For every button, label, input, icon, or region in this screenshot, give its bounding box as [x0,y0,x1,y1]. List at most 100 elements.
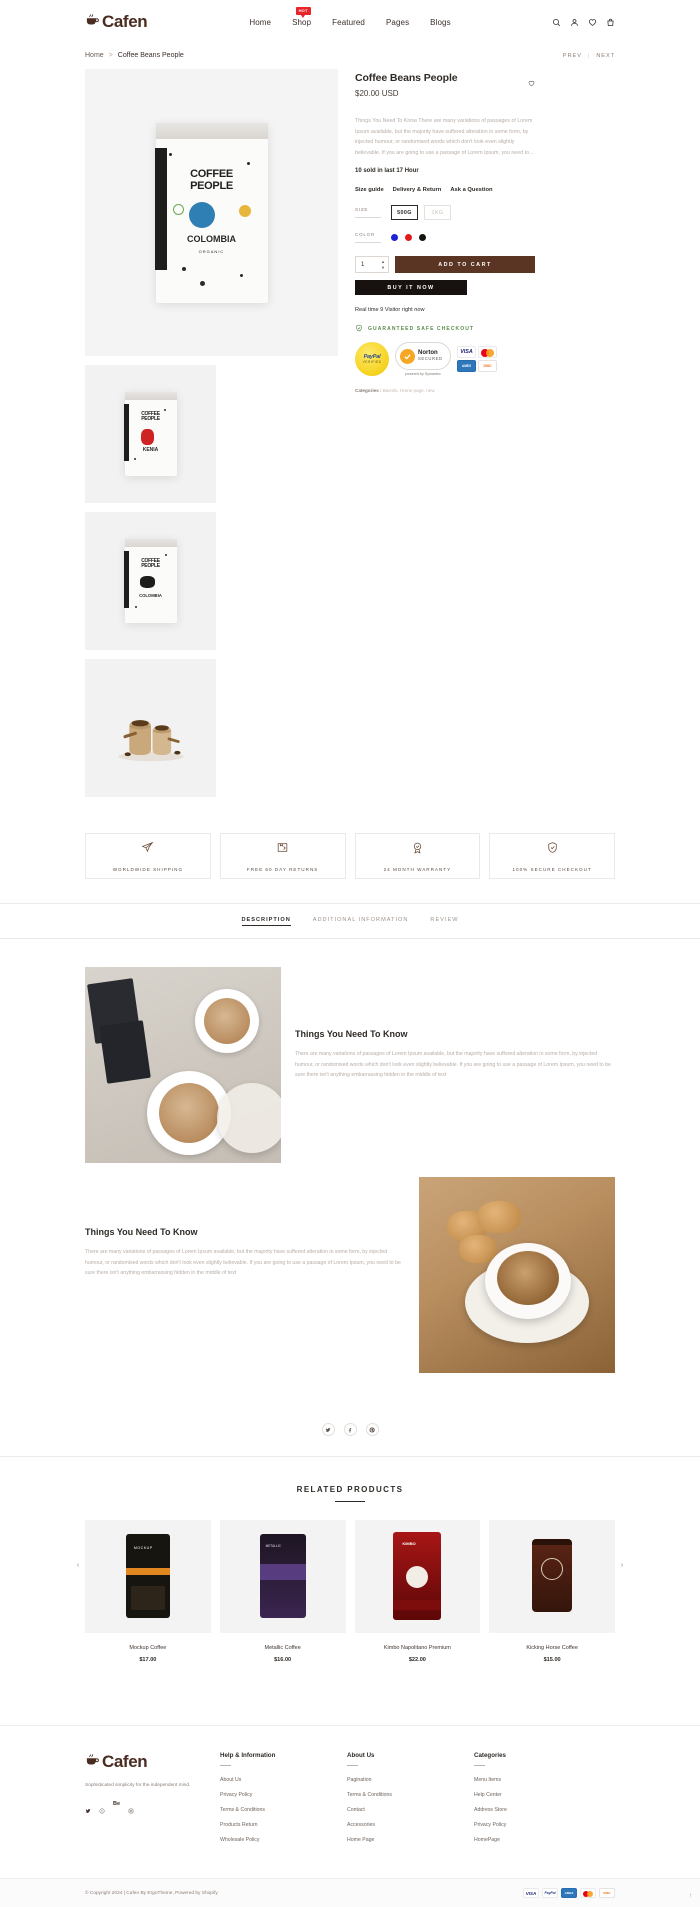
feature-worldwide-shipping: WORLDWIDE SHIPPING [85,833,211,879]
footer-link[interactable]: Pagination [347,1777,457,1783]
feature-secure-checkout: 100% SECURE CHECKOUT [489,833,615,879]
footer-link[interactable]: Menu Items [474,1777,584,1783]
safe-checkout-label: GUARANTEED SAFE CHECKOUT [368,326,475,333]
color-option-row: COLOR [355,232,535,244]
pinterest-icon[interactable] [99,1801,105,1819]
quantity-decrease-icon[interactable]: ▼ [381,265,385,270]
tab-review[interactable]: REVIEW [430,917,458,926]
footer-link[interactable]: Contact [347,1807,457,1813]
footer-link[interactable]: Accessories [347,1822,457,1828]
feature-warranty: 24 MONTH WARRANTY [354,833,481,879]
cart-icon[interactable] [606,18,615,27]
related-product-name: Kicking Horse Coffee [526,1645,578,1651]
tab-additional-information[interactable]: ADDITIONAL INFORMATION [313,917,409,926]
twitter-icon[interactable] [85,1801,91,1819]
facebook-icon[interactable] [343,1423,357,1436]
description-paragraph: There are many variations of passages of… [295,1051,611,1079]
buy-it-now-button[interactable]: BUY IT NOW [355,280,467,296]
instagram-icon[interactable] [128,1801,134,1819]
related-product-image[interactable]: METALLIC [219,1520,346,1633]
nav-item-featured[interactable]: Featured [332,16,365,29]
add-to-wishlist-icon[interactable] [528,74,535,92]
product-thumbnails: COFFEE PEOPLE KENIA COFFEE PEOPLE COLOMBIA [85,365,338,797]
categories-value[interactable]: Barrels, Home page, new [383,388,435,393]
product-tabs: DESCRIPTION ADDITIONAL INFORMATION REVIE… [0,904,700,938]
footer-link[interactable]: Privacy Policy [474,1822,584,1828]
product-thumbnail[interactable]: COFFEE PEOPLE COLOMBIA [85,512,216,650]
ask-question-link[interactable]: Ask a Question [450,187,492,193]
related-product-image[interactable]: KIMBO [354,1520,481,1633]
nav-item-blogs[interactable]: Blogs [430,16,451,29]
nav-item-pages[interactable]: Pages [386,16,409,29]
size-option-1kg[interactable]: 1KG [424,205,451,221]
footer-link[interactable]: Terms & Conditions [347,1792,457,1798]
carousel-prev-button[interactable]: ‹ [73,1560,83,1570]
prev-product-button[interactable]: PREV [563,53,582,59]
related-product-card[interactable]: MOCKUP Mockup Coffee $17.00 [85,1520,211,1663]
related-product-card[interactable]: METALLIC Metallic Coffee $16.00 [219,1520,346,1663]
nav-item-shop[interactable]: HOT Shop [292,6,311,29]
footer-link[interactable]: Home Page [347,1837,457,1843]
related-product-name: Mockup Coffee [129,1645,167,1651]
twitter-icon[interactable] [321,1423,335,1436]
coffee-sack-illustration [117,719,184,761]
norton-secured-badge: Norton SECURED powered by Symantec [395,342,451,376]
footer-brand-block: Cafen Sophisticated simplicity for the i… [85,1752,203,1852]
related-product-image[interactable]: MOCKUP [85,1520,211,1633]
breadcrumb-home[interactable]: Home [85,52,104,59]
product-thumbnail[interactable]: COFFEE PEOPLE KENIA [85,365,216,503]
color-swatch-black[interactable] [419,234,426,242]
coffee-pouch-illustration: COFFEE PEOPLE COLOMBIA ORGANIC [154,122,268,303]
related-product-card[interactable]: Kicking Horse Coffee $15.00 [489,1520,615,1663]
footer-link[interactable]: HomePage [474,1837,584,1843]
quantity-increase-icon[interactable]: ▲ [381,259,385,264]
color-label: COLOR [355,232,381,244]
add-to-cart-button[interactable]: ADD TO CART [395,256,535,274]
coffee-cup-photo [419,1177,615,1373]
related-products-section: RELATED PRODUCTS ‹ › MOCKUP Mockup Coffe… [0,1457,700,1663]
footer-link[interactable]: About Us [220,1777,330,1783]
product-section: COFFEE PEOPLE COLOMBIA ORGANIC COFFEE PE… [0,59,700,797]
footer-logo[interactable]: Cafen [85,1752,203,1772]
product-thumbnail[interactable] [85,659,216,797]
wishlist-icon[interactable] [588,18,597,27]
footer-column-heading: Help & Information [220,1752,276,1759]
carousel-next-button[interactable]: › [617,1560,627,1570]
scroll-to-top-button[interactable]: ↑ [689,1893,692,1899]
size-option-500g[interactable]: 500G [391,205,418,221]
product-utility-links: Size guide Delivery & Return Ask a Quest… [355,187,535,193]
search-icon[interactable] [552,18,561,27]
footer-link[interactable]: Terms & Conditions [220,1807,330,1813]
next-product-button[interactable]: NEXT [596,53,615,59]
tab-description[interactable]: DESCRIPTION [241,917,291,926]
coffee-tin-illustration [532,1539,573,1612]
realtime-visitors: Real time 9 Visitor right now [355,307,425,314]
account-icon[interactable] [570,18,579,27]
footer-link[interactable]: Address Store [474,1807,584,1813]
related-product-card[interactable]: KIMBO Kimbo Napolitano Premium $22.00 [354,1520,481,1663]
size-guide-link[interactable]: Size guide [355,187,384,193]
behance-icon[interactable]: Be [113,1801,120,1819]
color-swatch-blue[interactable] [391,234,398,242]
amex-icon: AMEX [457,360,476,373]
footer-column-heading: About Us [347,1752,375,1759]
check-icon [400,348,415,364]
footer-link[interactable]: Privacy Policy [220,1792,330,1798]
delivery-return-link[interactable]: Delivery & Return [393,187,442,193]
pinterest-icon[interactable] [365,1423,379,1436]
shield-check-icon [355,324,363,334]
footer-link[interactable]: Wholesale Policy [220,1837,330,1843]
product-main-image[interactable]: COFFEE PEOPLE COLOMBIA ORGANIC [85,69,338,356]
return-box-icon [276,841,289,859]
nav-item-home[interactable]: Home [249,16,271,29]
quantity-stepper[interactable]: 1 ▲ ▼ [355,256,389,274]
footer-link[interactable]: Help Center [474,1792,584,1798]
related-product-image[interactable] [489,1520,615,1633]
feature-free-returns: FREE 60 DAY RETURNS [219,833,346,879]
footer-link[interactable]: Products Return [220,1822,330,1828]
visa-icon: VISA [457,346,476,359]
color-swatch-red[interactable] [405,234,412,242]
product-info: Coffee Beans People $20.00 USD Things Yo… [355,69,535,797]
sold-counter: 10 sold in last 17 Hour [355,168,419,175]
footer-column-categories: Categories Menu Items Help Center Addres… [474,1752,584,1852]
